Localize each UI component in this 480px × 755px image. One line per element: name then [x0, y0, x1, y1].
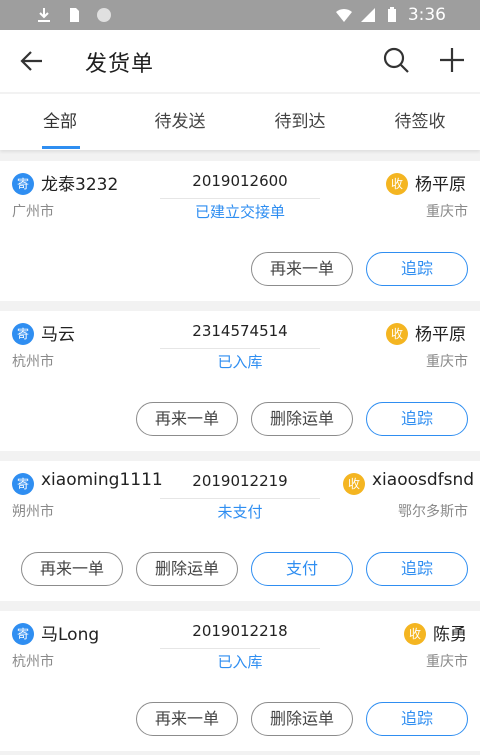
track-button[interactable]: 追踪 [366, 402, 468, 436]
track-button[interactable]: 追踪 [366, 552, 468, 586]
status-bar: 3:36 [0, 0, 480, 30]
sender-badge: 寄 [12, 323, 34, 345]
delete-waybill-button[interactable]: 删除运单 [136, 552, 238, 586]
sender-name: 龙泰3232 [41, 175, 119, 195]
order-card[interactable]: 寄 马Long 2019012218 收 陈勇 杭州市 已入库 重庆市 再来一单… [0, 611, 480, 751]
sender-name: xiaoming1111 [41, 470, 163, 490]
page-title: 发货单 [85, 52, 155, 77]
order-status: 已入库 [217, 353, 263, 371]
divider [160, 498, 320, 499]
receiver-name: 杨平原 [415, 325, 466, 345]
receiver-name: 杨平原 [415, 175, 466, 195]
reorder-button[interactable]: 再来一单 [136, 702, 238, 736]
download-icon [38, 8, 50, 22]
status-time: 3:36 [407, 5, 446, 25]
order-status: 未支付 [217, 503, 263, 521]
delete-waybill-button[interactable]: 删除运单 [251, 402, 353, 436]
active-tab-indicator [42, 146, 80, 149]
from-city: 杭州市 [12, 354, 54, 370]
to-city: 重庆市 [426, 204, 468, 220]
pay-button[interactable]: 支付 [251, 552, 353, 586]
reorder-button[interactable]: 再来一单 [251, 252, 353, 286]
receiver-badge: 收 [386, 173, 408, 195]
from-city: 朔州市 [12, 504, 54, 520]
delete-waybill-button[interactable]: 删除运单 [251, 702, 353, 736]
track-button[interactable]: 追踪 [366, 702, 468, 736]
order-card[interactable]: 寄 龙泰3232 2019012600 收 杨平原 广州市 已建立交接单 重庆市… [0, 161, 480, 301]
order-card[interactable]: 寄 马云 2314574514 收 杨平原 杭州市 已入库 重庆市 再来一单 删… [0, 311, 480, 451]
order-number: 2019012600 [192, 172, 288, 190]
to-city: 鄂尔多斯市 [398, 504, 468, 520]
order-status: 已建立交接单 [194, 203, 285, 221]
divider [160, 348, 320, 349]
tab-bar: 全部 待发送 待到达 待签收 [0, 94, 480, 150]
sender-badge: 寄 [12, 473, 34, 495]
to-city: 重庆市 [426, 654, 468, 670]
tab-pending-sign[interactable]: 待签收 [360, 94, 480, 150]
receiver-name: xiaoosdfsnd [372, 470, 475, 490]
from-city: 广州市 [12, 204, 54, 220]
back-arrow-icon[interactable] [18, 47, 46, 75]
circle-icon [97, 8, 111, 22]
app-bar: 发货单 [0, 30, 480, 92]
sender-badge: 寄 [12, 623, 34, 645]
track-button[interactable]: 追踪 [366, 252, 468, 286]
receiver-badge: 收 [404, 623, 426, 645]
divider [160, 198, 320, 199]
order-status: 已入库 [217, 653, 263, 671]
wifi-icon [335, 8, 352, 22]
sd-card-icon [70, 8, 79, 22]
signal-icon [360, 8, 375, 22]
receiver-badge: 收 [343, 473, 365, 495]
sender-name: 马云 [41, 325, 75, 345]
from-city: 杭州市 [12, 654, 54, 670]
sender-badge: 寄 [12, 173, 34, 195]
order-card[interactable]: 寄 xiaoming1111 2019012219 收 xiaoosdfsnd … [0, 461, 480, 601]
to-city: 重庆市 [426, 354, 468, 370]
receiver-name: 陈勇 [433, 625, 467, 645]
order-number: 2019012219 [192, 472, 288, 490]
reorder-button[interactable]: 再来一单 [21, 552, 123, 586]
reorder-button[interactable]: 再来一单 [136, 402, 238, 436]
order-number: 2019012218 [192, 622, 288, 640]
receiver-badge: 收 [386, 323, 408, 345]
order-number: 2314574514 [192, 322, 288, 340]
tab-pending-arrival[interactable]: 待到达 [240, 94, 360, 150]
divider [160, 648, 320, 649]
add-icon[interactable] [438, 46, 466, 74]
sender-name: 马Long [41, 625, 100, 645]
tab-all[interactable]: 全部 [0, 94, 120, 150]
battery-icon [387, 7, 396, 22]
search-icon[interactable] [382, 46, 410, 74]
tab-pending-send[interactable]: 待发送 [120, 94, 240, 150]
